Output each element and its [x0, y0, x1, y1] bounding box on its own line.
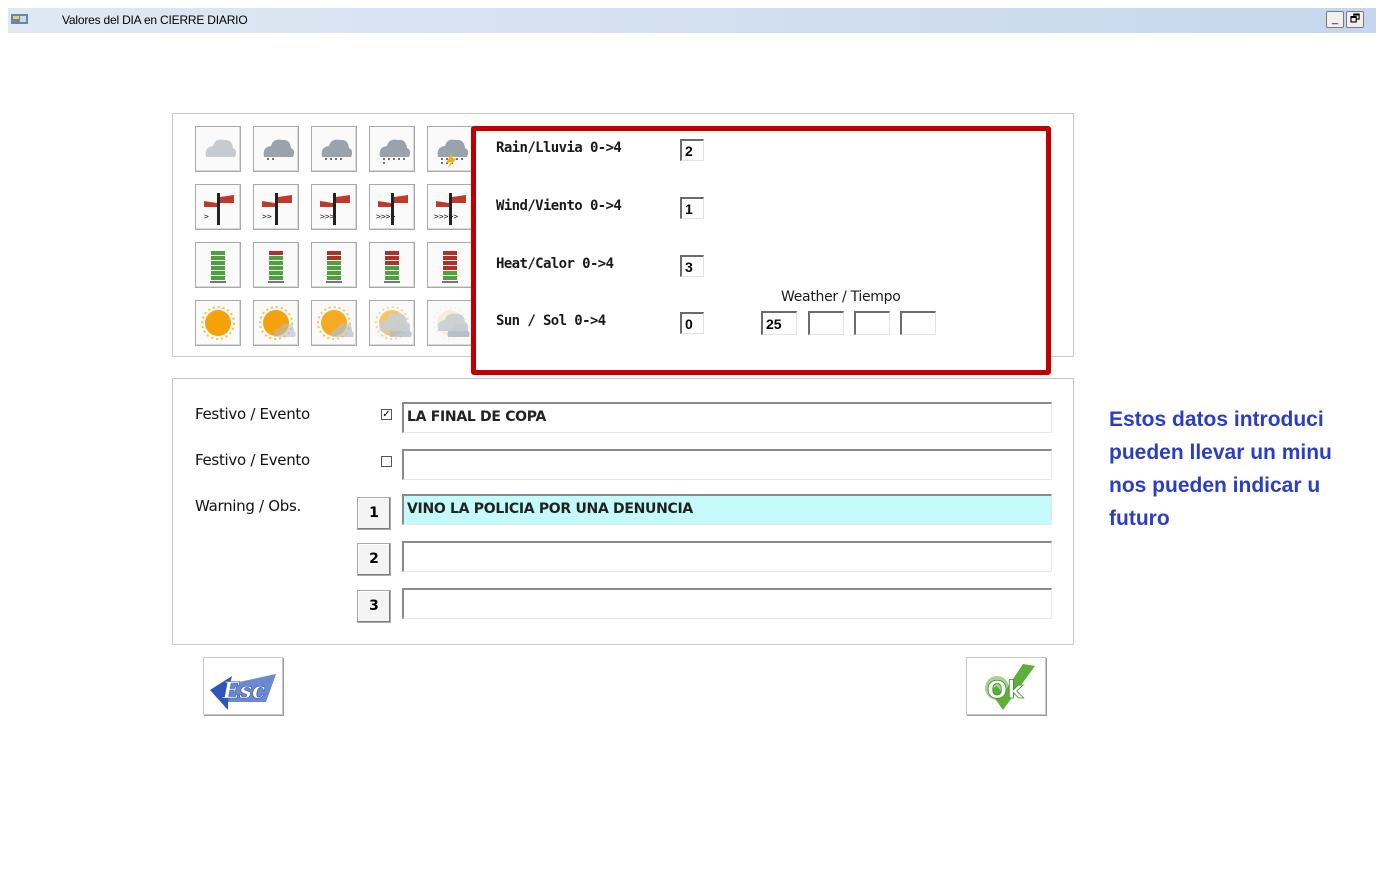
sun-label: Sun / Sol 0->4	[496, 313, 606, 329]
wind-level-1-button[interactable]: >>	[253, 184, 299, 230]
wind-label: Wind/Viento 0->4	[496, 198, 622, 214]
warning-field-3[interactable]	[402, 588, 1052, 619]
wind-level-4-button[interactable]: >>>>>	[427, 184, 473, 230]
svg-text:>>: >>	[262, 212, 272, 221]
heat-level-4-button[interactable]	[427, 242, 473, 288]
heat-label: Heat/Calor 0->4	[496, 256, 614, 272]
wind-icon: >	[204, 193, 234, 225]
heat-icon	[384, 251, 400, 283]
rain-icon	[321, 139, 353, 161]
sun-icon	[259, 306, 296, 340]
title-bar: Valores del DIA en CIERRE DIARIO _ 🗗	[8, 8, 1376, 33]
heat-icon	[442, 251, 458, 283]
rain-level-1-button[interactable]	[253, 126, 299, 172]
ok-check-icon: Ok	[985, 664, 1035, 710]
event-label-2: Festivo / Evento	[195, 451, 310, 469]
annotation-note: Estos datos introduci pueden llevar un m…	[1109, 408, 1332, 530]
heat-level-2-button[interactable]	[311, 242, 357, 288]
warning-button-3[interactable]: 3	[357, 590, 391, 623]
rain-input[interactable]: 2	[680, 139, 704, 161]
warning-button-2[interactable]: 2	[357, 543, 391, 576]
event-field-2[interactable]	[402, 449, 1052, 480]
wind-icon: >>>>	[376, 193, 408, 225]
rain-icon	[263, 139, 295, 161]
tiempo-input-1[interactable]: 25	[761, 311, 797, 335]
rain-level-0-button[interactable]	[195, 126, 241, 172]
event-field-1[interactable]: LA FINAL DE COPA	[402, 402, 1052, 433]
weather-values-highlight	[471, 126, 1051, 375]
warning-label: Warning / Obs.	[195, 497, 301, 515]
event-checkbox-1[interactable]: ✓	[381, 409, 392, 420]
wind-level-2-button[interactable]: >>>	[311, 184, 357, 230]
warning-field-2[interactable]	[402, 541, 1052, 572]
tiempo-input-4[interactable]	[900, 311, 936, 335]
sun-icon	[201, 306, 235, 340]
wind-input[interactable]: 1	[680, 197, 704, 219]
event-checkbox-2[interactable]	[381, 456, 392, 467]
rain-icon	[379, 139, 411, 165]
tiempo-input-3[interactable]	[854, 311, 890, 335]
esc-icon: Esc	[210, 674, 276, 710]
warning-field-1[interactable]: VINO LA POLICIA POR UNA DENUNCIA	[402, 494, 1052, 525]
heat-level-1-button[interactable]	[253, 242, 299, 288]
heat-level-0-button[interactable]	[195, 242, 241, 288]
esc-text: Esc	[222, 678, 266, 704]
heat-icon	[210, 251, 226, 283]
sun-level-4-button[interactable]	[427, 300, 473, 346]
tiempo-input-2[interactable]	[808, 311, 844, 335]
svg-text:>>>>: >>>>	[376, 212, 395, 221]
heat-icon	[268, 251, 284, 283]
heat-level-3-button[interactable]	[369, 242, 415, 288]
minimize-button[interactable]: _	[1326, 11, 1344, 28]
rain-level-4-button[interactable]	[427, 126, 473, 172]
ok-button[interactable]: Ok	[966, 657, 1046, 715]
rain-icon	[437, 139, 469, 169]
restore-button[interactable]: 🗗	[1346, 11, 1364, 28]
sun-level-3-button[interactable]	[369, 300, 415, 346]
esc-button[interactable]: Esc	[203, 657, 283, 715]
rain-label: Rain/Lluvia 0->4	[496, 140, 622, 156]
sun-icon	[375, 306, 412, 340]
app-icon	[11, 14, 28, 24]
ok-text: Ok	[987, 676, 1024, 704]
svg-text:>: >	[204, 212, 209, 221]
sun-icon	[433, 306, 470, 340]
sun-input[interactable]: 0	[680, 312, 704, 334]
sun-level-1-button[interactable]	[253, 300, 299, 346]
wind-level-0-button[interactable]: >	[195, 184, 241, 230]
event-label-1: Festivo / Evento	[195, 405, 310, 423]
heat-input[interactable]: 3	[680, 255, 704, 277]
window-title: Valores del DIA en CIERRE DIARIO	[62, 13, 248, 27]
sun-level-0-button[interactable]	[195, 300, 241, 346]
tiempo-label: Weather / Tiempo	[781, 289, 901, 305]
rain-level-3-button[interactable]	[369, 126, 415, 172]
svg-text:>>>: >>>	[320, 212, 335, 221]
sun-level-2-button[interactable]	[311, 300, 357, 346]
svg-text:>>>>>: >>>>>	[434, 212, 458, 221]
wind-icon: >>	[262, 193, 292, 225]
rain-level-2-button[interactable]	[311, 126, 357, 172]
sun-icon	[317, 306, 354, 340]
rain-icon	[205, 139, 237, 157]
wind-level-3-button[interactable]: >>>>	[369, 184, 415, 230]
wind-icon: >>>	[320, 193, 350, 225]
warning-button-1[interactable]: 1	[357, 497, 391, 530]
wind-icon: >>>>>	[434, 193, 466, 225]
heat-icon	[326, 251, 342, 283]
